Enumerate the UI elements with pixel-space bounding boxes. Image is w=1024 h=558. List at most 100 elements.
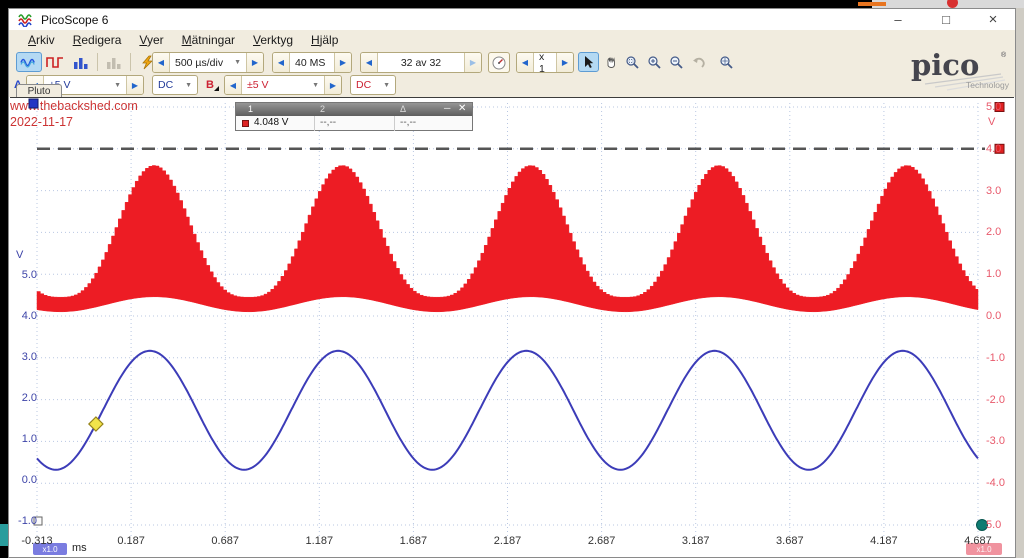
undo-zoom-button <box>688 52 709 72</box>
channel-a-range-next[interactable]: ▶ <box>127 76 143 94</box>
magnifier-marquee-icon <box>625 55 640 70</box>
right-axis-tick-label: -2.0 <box>986 393 1014 407</box>
ruler-legend-box[interactable]: 1 2 Δ ─ ✕ 4.048 V --,-- --,-- <box>235 102 473 131</box>
menu-redigera[interactable]: Redigera <box>64 31 131 49</box>
sine-waves-icon <box>20 56 38 69</box>
left-axis-tick-label: 4.0 <box>10 309 37 323</box>
x-axis-tick-label: 3.687 <box>762 535 818 547</box>
menu-matningar[interactable]: Mätningar <box>173 31 244 49</box>
marquee-zoom-button[interactable] <box>622 52 643 72</box>
channel-a-color-swatch <box>242 120 249 127</box>
scope-view[interactable]: www.thebackshed.com 2022-11-17 1 2 Δ ─ ✕… <box>10 97 1014 556</box>
left-axis-tick-label: -1.0 <box>10 514 37 528</box>
channel-b-coupling-value: DC <box>356 79 371 91</box>
ruler-value-2: --,-- <box>320 117 336 128</box>
logo-subtitle: Technology <box>966 80 1009 90</box>
channel-b-label[interactable]: B <box>206 79 214 91</box>
zoom-prev-arrow[interactable]: ◀ <box>517 53 533 72</box>
app-icon <box>18 13 34 27</box>
bar-chart-disabled-icon <box>106 56 122 69</box>
disabled-mode-button <box>101 52 127 72</box>
channel-b-range-next[interactable]: ▶ <box>325 76 341 94</box>
legend-divider <box>314 116 315 131</box>
zoom-in-button[interactable] <box>644 52 665 72</box>
buffer-overview-button[interactable] <box>488 52 510 73</box>
timebase-next-arrow[interactable]: ▶ <box>247 53 263 72</box>
minimize-button[interactable]: – <box>880 9 916 29</box>
timebase-select[interactable]: 500 µs/div ▼ <box>169 53 247 72</box>
square-wave-icon <box>46 56 64 69</box>
x-axis-unit: ms <box>72 542 87 554</box>
timebase-value: 500 µs/div <box>175 57 223 69</box>
buffer-navigator: ◀ 32 av 32 ▶ <box>360 52 482 73</box>
ruler-value-delta: --,-- <box>400 117 416 128</box>
buffer-next-arrow[interactable]: ▶ <box>465 53 481 72</box>
right-axis-tick-label: -1.0 <box>986 351 1014 365</box>
samples-prev-arrow[interactable]: ◀ <box>273 53 289 72</box>
pointer-tools-group <box>578 52 737 72</box>
channel-b-range-select[interactable]: ±5 V ▼ <box>241 76 325 94</box>
chevron-down-icon: ▼ <box>377 82 390 89</box>
chevron-down-icon: ▼ <box>179 82 192 89</box>
samples-control: ◀ 40 MS ▶ <box>272 52 352 73</box>
buffer-dial-icon <box>492 56 506 70</box>
zoom-factor-field[interactable]: x 1 <box>533 53 557 72</box>
menu-bar: Arkiv Redigera Vyer Mätningar Verktyg Hj… <box>9 30 1015 50</box>
menu-hjalp[interactable]: Hjälp <box>302 31 347 49</box>
scope-mode-button[interactable] <box>16 52 42 72</box>
zoom-overview-button[interactable] <box>716 52 737 72</box>
view-tab-pluto[interactable]: Pluto <box>16 84 62 97</box>
timebase-prev-arrow[interactable]: ◀ <box>153 53 169 72</box>
x-axis-tick-label: 1.687 <box>385 535 441 547</box>
x-axis-tick-label: 1.187 <box>291 535 347 547</box>
title-bar[interactable]: PicoScope 6 <box>9 9 1015 30</box>
samples-next-arrow[interactable]: ▶ <box>335 53 351 72</box>
samples-select[interactable]: 40 MS <box>289 53 335 72</box>
channel-b-range-prev[interactable]: ◀ <box>225 76 241 94</box>
x-axis-tick-label: 2.187 <box>480 535 536 547</box>
zoom-factor-value: x 1 <box>539 52 551 73</box>
channel-b-ruler-handle[interactable] <box>29 99 38 108</box>
menu-arkiv[interactable]: Arkiv <box>19 31 64 49</box>
zoom-next-arrow[interactable]: ▶ <box>557 53 573 72</box>
plot-canvas[interactable] <box>10 98 1014 556</box>
desktop-orange-mark <box>858 2 886 6</box>
hand-icon <box>604 55 618 69</box>
ruler-col-2: 2 <box>320 104 325 114</box>
chevron-down-icon: ▼ <box>306 82 319 89</box>
undo-arrow-icon <box>692 56 706 69</box>
zoom-out-button[interactable] <box>666 52 687 72</box>
select-tool-button[interactable] <box>578 52 599 72</box>
ruler-legend-row: 4.048 V --,-- --,-- <box>236 116 472 131</box>
x-axis-tick-label: 0.687 <box>197 535 253 547</box>
x-axis-tick-label: 0.187 <box>103 535 159 547</box>
channel-a-coupling-select[interactable]: DC ▼ <box>152 75 198 95</box>
x-axis-tick-label: -0.313 <box>10 535 65 547</box>
spectrum-mode-button[interactable] <box>68 52 94 72</box>
left-axis-tick-label: 3.0 <box>10 350 37 364</box>
legend-close-icon[interactable]: ✕ <box>458 103 466 114</box>
pan-tool-button[interactable] <box>600 52 621 72</box>
magnifier-overview-icon <box>719 55 734 70</box>
left-axis-tick-label: 5.0 <box>10 268 37 282</box>
ruler-value-1: 4.048 V <box>254 117 288 128</box>
maximize-button[interactable]: □ <box>928 9 964 29</box>
channel-b-expand-triangle[interactable] <box>214 86 219 91</box>
view-tab-label: Pluto <box>28 86 51 97</box>
left-axis-tick-label: 0.0 <box>10 473 37 487</box>
persistence-mode-button[interactable] <box>42 52 68 72</box>
menu-verktyg[interactable]: Verktyg <box>244 31 302 49</box>
magnifier-plus-icon <box>647 55 662 70</box>
legend-divider <box>394 116 395 131</box>
close-button[interactable]: × <box>975 9 1011 29</box>
right-axis-tick-label: 4.0 <box>986 142 1014 156</box>
ruler-legend-header[interactable]: 1 2 Δ ─ ✕ <box>236 103 472 116</box>
menu-vyer[interactable]: Vyer <box>130 31 172 49</box>
ruler-col-delta: Δ <box>400 104 406 114</box>
trigger-marker[interactable] <box>89 417 103 431</box>
buffer-prev-arrow[interactable]: ◀ <box>361 53 377 72</box>
channel-b-coupling-select[interactable]: DC ▼ <box>350 75 396 95</box>
buffer-position-field[interactable]: 32 av 32 <box>377 53 465 72</box>
legend-minimize-icon[interactable]: ─ <box>444 103 450 113</box>
right-axis-unit: V <box>988 116 995 128</box>
